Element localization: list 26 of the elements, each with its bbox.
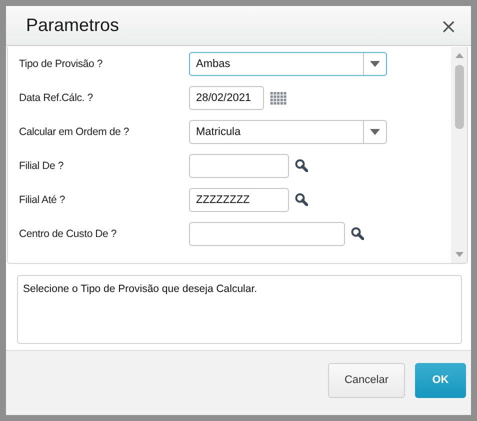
scroll-up-arrow-icon[interactable] [454, 53, 464, 58]
caret-icon[interactable] [370, 129, 380, 135]
help-text-box: Selecione o Tipo de Provisão que deseja Calcular. [17, 275, 462, 344]
scroll-down-arrow-icon[interactable] [454, 252, 464, 257]
window-title: Parametros [26, 15, 120, 36]
field-label: Data Ref.Cálc. ? [19, 91, 94, 106]
caret-icon[interactable] [370, 61, 380, 67]
field-label: Calcular em Ordem de ? [19, 125, 130, 140]
dropdown-field[interactable]: Ambas [189, 52, 387, 76]
field-label: Filial De ? [19, 159, 64, 174]
input-field[interactable] [189, 222, 345, 246]
dropdown-field[interactable]: Matricula [189, 120, 387, 144]
calendar-icon[interactable] [270, 92, 287, 105]
close-button[interactable]: × [438, 16, 459, 36]
scrollbar[interactable] [451, 47, 467, 263]
cancel-button[interactable]: Cancelar [328, 362, 405, 398]
input-field[interactable] [189, 154, 289, 178]
field-label: Centro de Custo De ? [19, 227, 118, 242]
field-label: Filial Até ? [19, 193, 66, 208]
input-field[interactable]: ZZZZZZZZ [189, 188, 289, 212]
field-label: Tipo de Provisão ? [19, 57, 104, 72]
search-icon[interactable] [351, 227, 364, 240]
search-icon[interactable] [295, 159, 308, 172]
search-icon[interactable] [295, 193, 308, 206]
scrollbar-thumb[interactable] [454, 65, 464, 129]
date-field[interactable]: 28/02/2021 [189, 86, 264, 110]
